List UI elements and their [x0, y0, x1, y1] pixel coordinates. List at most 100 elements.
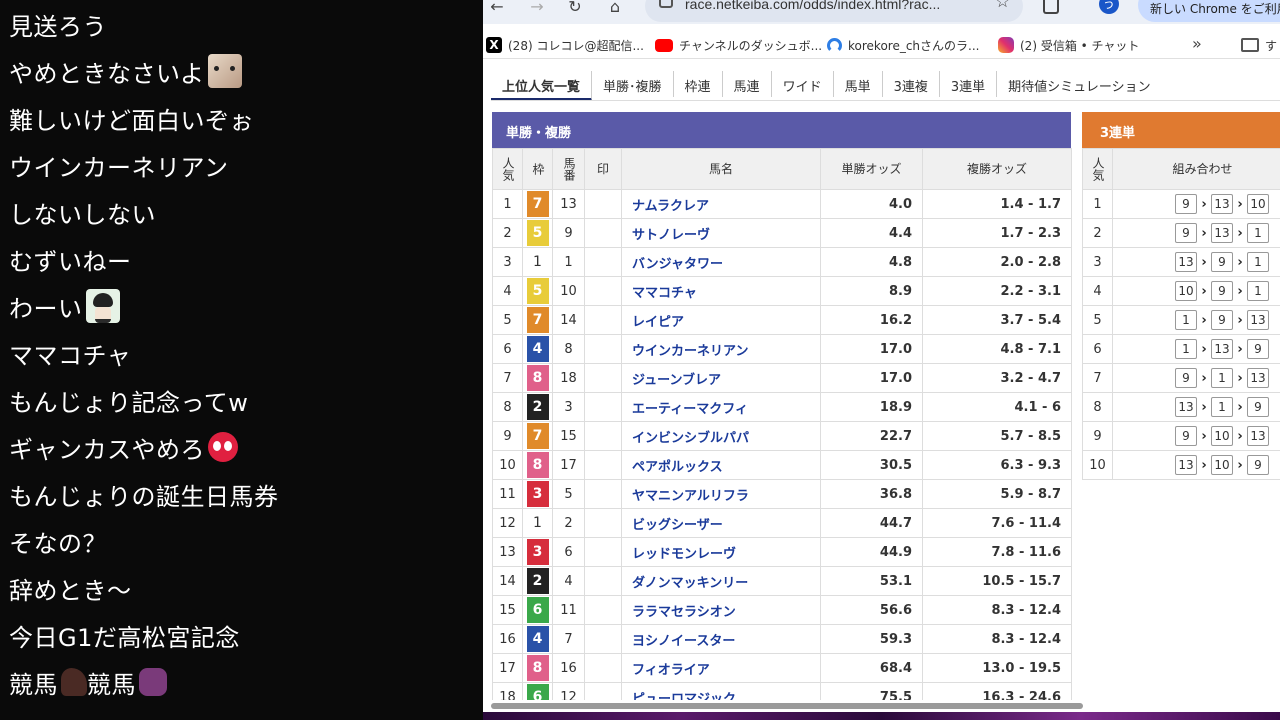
chat-message: 辞めとき～: [9, 568, 132, 608]
horse-name-link[interactable]: ララマセラシオン: [621, 595, 821, 625]
tab-1[interactable]: 単勝･複勝: [592, 71, 674, 97]
horse-name-link[interactable]: ウインカーネリアン: [621, 334, 821, 364]
horse-number: 9: [552, 218, 585, 248]
bookmark-folder[interactable]: す: [1241, 34, 1277, 56]
table-row: 12 1 2 ビッグシーザー 44.7 7.6 - 11.4: [492, 508, 1072, 538]
waku-cell: 8: [522, 363, 553, 393]
tab-5[interactable]: 馬単: [834, 71, 883, 97]
horizontal-scrollbar[interactable]: [483, 700, 1280, 712]
tab-6[interactable]: 3連複: [883, 71, 940, 97]
horse-name-link[interactable]: ペアポルックス: [621, 450, 821, 480]
horse-name-link[interactable]: ママコチャ: [621, 276, 821, 306]
mark-cell[interactable]: [584, 334, 622, 364]
back-icon[interactable]: ←: [487, 0, 507, 20]
mark-cell[interactable]: [584, 450, 622, 480]
chat-text: わーい: [9, 294, 83, 323]
horse-name-link[interactable]: ピューロマジック: [621, 682, 821, 700]
bookmark-star-icon[interactable]: ☆: [995, 0, 1010, 12]
bookmark-instagram[interactable]: (2) 受信箱 • チャット: [998, 34, 1139, 56]
bookmark-korekore[interactable]: korekore_chさんのラ...: [827, 34, 979, 56]
mark-cell[interactable]: [584, 247, 622, 277]
tab-2[interactable]: 枠連: [674, 71, 723, 97]
horse-name-link[interactable]: レッドモンレーヴ: [621, 537, 821, 567]
waku-number: 5: [526, 220, 549, 246]
horse-name-link[interactable]: インビンシブルパパ: [621, 421, 821, 451]
table-row: 14 2 4 ダノンマッキンリー 53.1 10.5 - 15.7: [492, 566, 1072, 596]
combination[interactable]: 13 › 1 › 9: [1114, 397, 1280, 417]
chat-text: 見送ろう: [9, 12, 107, 41]
mark-cell[interactable]: [584, 421, 622, 451]
horse-name-link[interactable]: ビッグシーザー: [621, 508, 821, 538]
horse-name-link[interactable]: ジューンブレア: [621, 363, 821, 393]
mark-cell[interactable]: [584, 305, 622, 335]
bookmark-youtube[interactable]: チャンネルのダッシュボ...: [655, 34, 822, 56]
horse-name-link[interactable]: レイピア: [621, 305, 821, 335]
popularity-rank: 10: [1082, 450, 1113, 480]
horse-name-link[interactable]: ナムラクレア: [621, 189, 821, 219]
forward-icon[interactable]: →: [527, 0, 547, 20]
mark-cell[interactable]: [584, 566, 622, 596]
combination[interactable]: 9 › 13 › 10: [1114, 194, 1280, 214]
combination[interactable]: 13 › 10 › 9: [1114, 455, 1280, 475]
horse-number-box: 1: [1247, 281, 1269, 301]
horse-number: 13: [552, 189, 585, 219]
reload-icon[interactable]: ↻: [565, 0, 585, 20]
home-icon[interactable]: ⌂: [605, 0, 625, 20]
scrollbar-thumb[interactable]: [491, 703, 1083, 709]
horse-number-box: 10: [1211, 426, 1233, 446]
horse-name-link[interactable]: エーティーマクフィ: [621, 392, 821, 422]
extensions-icon[interactable]: [1043, 0, 1059, 14]
place-odds: 6.3 - 9.3: [922, 450, 1072, 480]
mark-cell[interactable]: [584, 363, 622, 393]
table-row: 6 1 › 13 › 9: [1082, 334, 1280, 364]
mark-cell[interactable]: [584, 392, 622, 422]
profile-avatar[interactable]: う: [1099, 0, 1119, 14]
waku-number: 2: [526, 568, 549, 594]
horse-number-box: 1: [1175, 339, 1197, 359]
horse-name-link[interactable]: バンジャタワー: [621, 247, 821, 277]
mark-cell[interactable]: [584, 218, 622, 248]
table-row: 18 6 12 ピューロマジック 75.5 16.3 - 24.6: [492, 682, 1072, 700]
combination-cell: 1 › 9 › 13: [1112, 305, 1280, 335]
combination[interactable]: 9 › 1 › 13: [1114, 368, 1280, 388]
combination[interactable]: 13 › 9 › 1: [1114, 252, 1280, 272]
combination[interactable]: 9 › 10 › 13: [1114, 426, 1280, 446]
horse-name-link[interactable]: フィオライア: [621, 653, 821, 683]
mark-cell[interactable]: [584, 508, 622, 538]
column-header[interactable]: 複勝オッズ: [922, 148, 1072, 190]
bookmarks-more-icon[interactable]: »: [1192, 34, 1202, 53]
horse-number-box: 13: [1211, 194, 1233, 214]
mark-cell[interactable]: [584, 595, 622, 625]
waku-number: 6: [526, 597, 549, 623]
horse-name-link[interactable]: サトノレーヴ: [621, 218, 821, 248]
combination[interactable]: 1 › 13 › 9: [1114, 339, 1280, 359]
mark-cell[interactable]: [584, 653, 622, 683]
chrome-update-button[interactable]: 新しい Chrome をご利用: [1138, 0, 1280, 22]
tab-3[interactable]: 馬連: [723, 71, 772, 97]
address-bar[interactable]: race.netkeiba.com/odds/index.html?rac...…: [645, 0, 1023, 22]
mark-cell[interactable]: [584, 276, 622, 306]
mark-cell[interactable]: [584, 624, 622, 654]
column-header[interactable]: 単勝オッズ: [820, 148, 923, 190]
combination[interactable]: 9 › 13 › 1: [1114, 223, 1280, 243]
combination[interactable]: 10 › 9 › 1: [1114, 281, 1280, 301]
tab-4[interactable]: ワイド: [772, 71, 834, 97]
tab-7[interactable]: 3連単: [940, 71, 998, 97]
popularity-rank: 7: [1082, 363, 1113, 393]
waku-cell: 2: [522, 392, 553, 422]
mark-cell[interactable]: [584, 479, 622, 509]
mark-cell[interactable]: [584, 537, 622, 567]
horse-name-link[interactable]: ダノンマッキンリー: [621, 566, 821, 596]
mark-cell[interactable]: [584, 189, 622, 219]
horse-name-link[interactable]: ヨシノイースター: [621, 624, 821, 654]
site-info-icon[interactable]: [659, 0, 673, 8]
horse-name-link[interactable]: ヤマニンアルリフラ: [621, 479, 821, 509]
mark-cell[interactable]: [584, 682, 622, 700]
tab-8[interactable]: 期待値シミュレーション: [997, 71, 1161, 97]
combination[interactable]: 1 › 9 › 13: [1114, 310, 1280, 330]
horse-number-box: 10: [1175, 281, 1197, 301]
bookmark-x[interactable]: X (28) コレコレ@超配信...: [486, 34, 644, 56]
table-row: 16 4 7 ヨシノイースター 59.3 8.3 - 12.4: [492, 624, 1072, 654]
tab-0[interactable]: 上位人気一覧: [491, 71, 593, 101]
cat-emote-icon: [207, 54, 242, 88]
